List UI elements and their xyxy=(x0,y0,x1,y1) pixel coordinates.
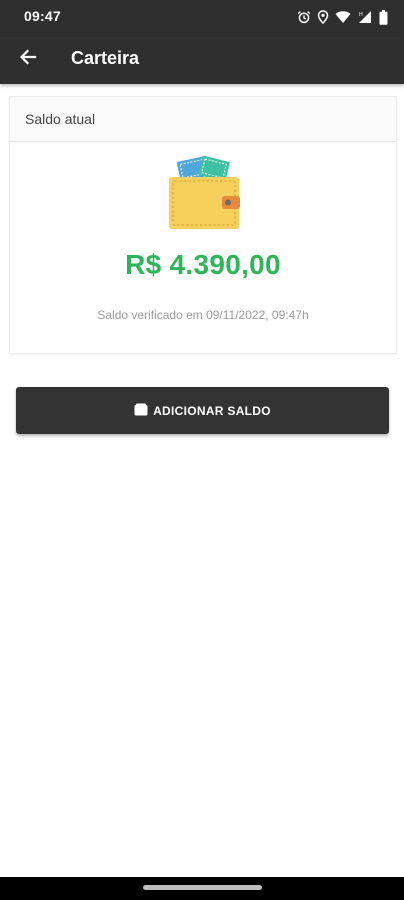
arrow-left-icon xyxy=(19,48,37,71)
balance-card: Saldo atual R$ 4.390,00 Saldo verificado… xyxy=(9,96,397,354)
location-icon xyxy=(317,10,329,24)
wallet-small-icon xyxy=(134,403,148,419)
add-balance-button[interactable]: ADICIONAR SALDO xyxy=(16,387,389,434)
alarm-icon xyxy=(297,10,311,24)
balance-amount: R$ 4.390,00 xyxy=(125,249,281,280)
add-balance-label: ADICIONAR SALDO xyxy=(153,403,271,418)
card-header: Saldo atual xyxy=(10,97,396,142)
status-time: 09:47 xyxy=(24,8,61,24)
status-bar: 09:47 H xyxy=(0,0,404,34)
back-button[interactable] xyxy=(12,43,44,75)
balance-verified-text: Saldo verificado em 09/11/2022, 09:47h xyxy=(97,308,309,322)
home-indicator[interactable] xyxy=(143,885,262,890)
page-title: Carteira xyxy=(71,48,140,68)
wifi-icon xyxy=(335,10,351,24)
svg-text:H: H xyxy=(359,12,363,18)
battery-icon xyxy=(379,9,388,25)
wallet-icon xyxy=(166,155,242,233)
status-icons: H xyxy=(297,8,388,26)
signal-icon: H xyxy=(357,10,373,24)
system-navigation-bar xyxy=(0,877,404,900)
app-bar: Carteira xyxy=(0,34,404,84)
